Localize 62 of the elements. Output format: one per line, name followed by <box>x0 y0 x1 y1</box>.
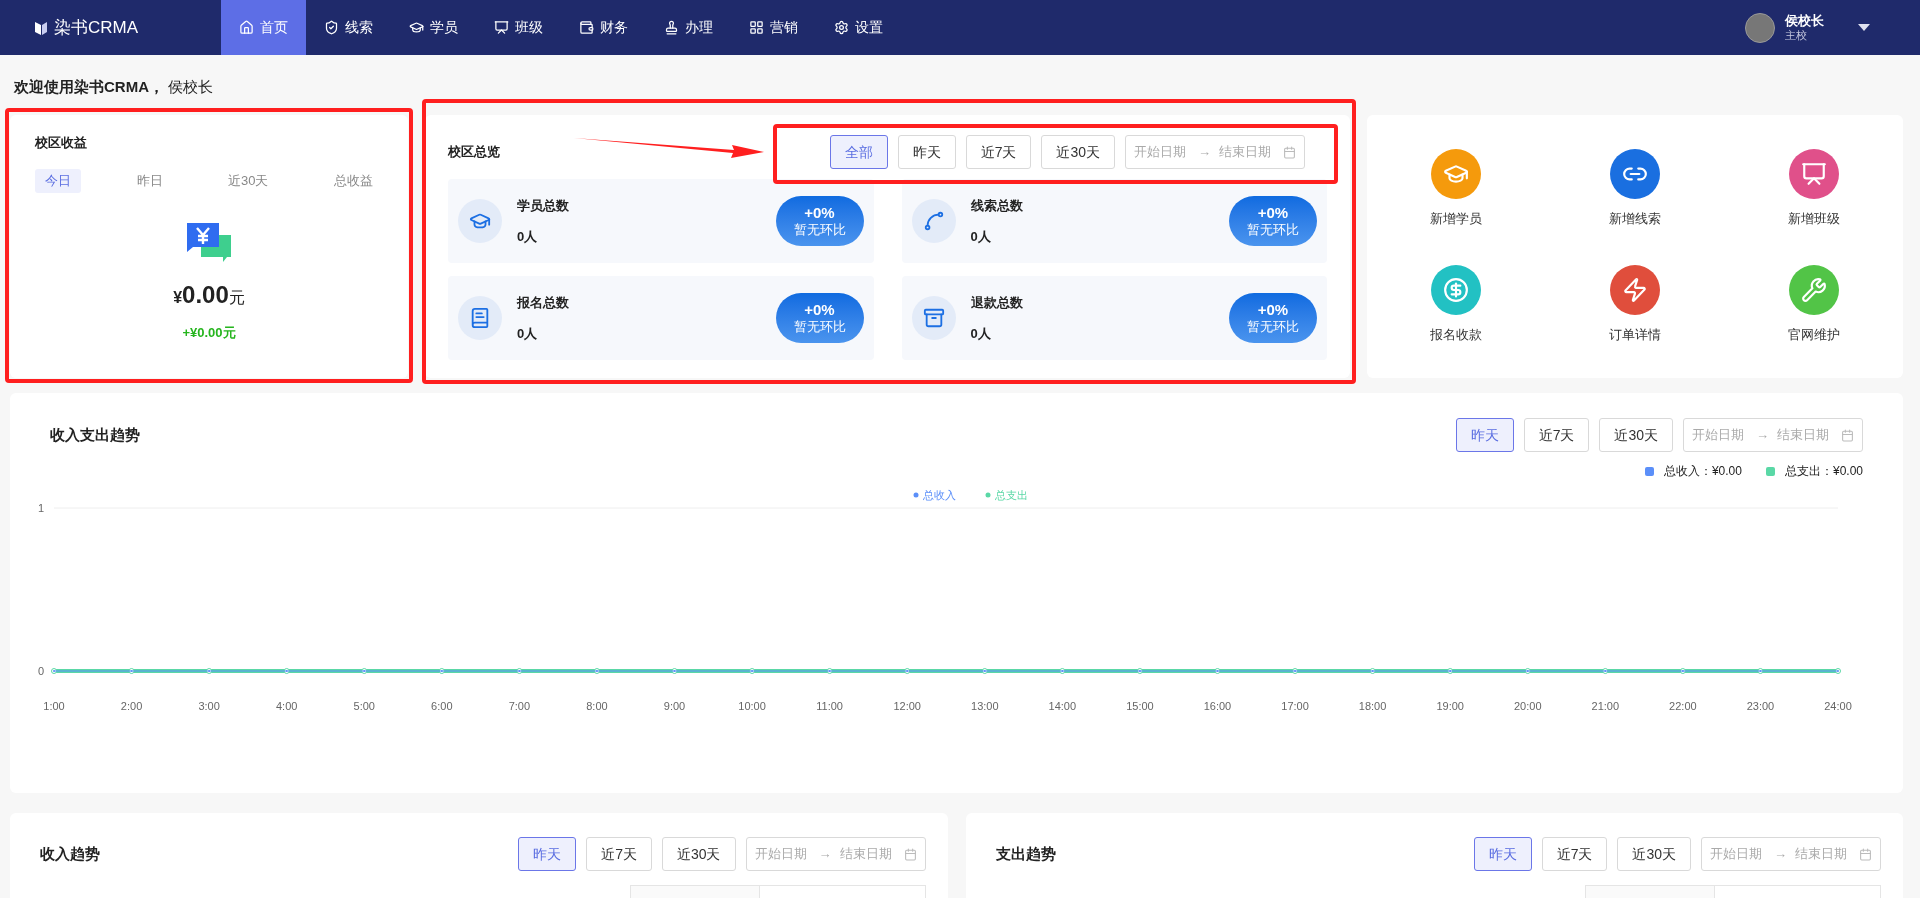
x-tick-label: 12:00 <box>893 700 921 712</box>
x-tick-label: 15:00 <box>1126 700 1154 712</box>
card-title: 校区收益 <box>35 134 88 152</box>
x-tick-label: 8:00 <box>586 700 608 712</box>
range-separator: → <box>818 845 832 864</box>
x-tick-label: 21:00 <box>1591 700 1620 712</box>
change-note: 暂无环比 <box>793 222 846 239</box>
stat-label: 报名总数 <box>517 293 569 312</box>
range-separator: → <box>1198 143 1211 162</box>
y-tick-label: 0 <box>37 665 44 677</box>
revenue-change: +¥0.00元 <box>182 323 236 342</box>
x-tick-label: 13:00 <box>971 700 999 712</box>
total-label: 总支出：¥0.00 <box>1784 463 1863 480</box>
x-tick-label: 9:00 <box>663 700 686 712</box>
change-percent: +0% <box>1257 203 1289 223</box>
x-tick-label: 5:00 <box>353 700 375 712</box>
change-percent: +0% <box>804 300 835 320</box>
stat-value: 0人 <box>517 228 539 246</box>
change-note: 暂无环比 <box>1247 222 1299 239</box>
x-tick-label: 17:00 <box>1281 700 1309 712</box>
stat-label: 学员总数 <box>517 196 569 215</box>
stat-label: 线索总数 <box>970 196 1023 215</box>
logo-text: 染书CRMA <box>54 16 139 39</box>
range-separator: → <box>1756 426 1769 445</box>
stat-value: 0人 <box>970 325 992 343</box>
x-tick-label: 6:00 <box>431 700 453 712</box>
stat-value: 0人 <box>517 325 539 343</box>
user-role: 主校 <box>1785 28 1808 43</box>
x-tick-label: 16:00 <box>1203 700 1232 712</box>
stat-label: 退款总数 <box>970 293 1023 312</box>
currency-symbol: ¥ <box>173 288 183 308</box>
card-title: 支出趋势 <box>995 843 1056 864</box>
revenue-amount: 0.00 <box>182 279 229 310</box>
card-title: 收入支出趋势 <box>50 424 140 445</box>
x-tick-label: 20:00 <box>1513 700 1542 712</box>
x-tick-label: 23:00 <box>1746 700 1775 712</box>
range-separator: → <box>1774 845 1787 864</box>
y-tick-label: 1 <box>37 502 44 514</box>
total-label: 总收入：¥0.00 <box>1663 463 1742 480</box>
x-tick-label: 11:00 <box>816 700 843 712</box>
user-name: 侯校长 <box>1785 12 1824 29</box>
welcome-text: 欢迎使用染书CRMA， <box>14 76 164 97</box>
change-percent: +0% <box>804 203 835 223</box>
x-tick-label: 14:00 <box>1048 700 1077 712</box>
x-tick-label: 2:00 <box>120 700 143 712</box>
welcome-user-name: 侯校长 <box>168 76 213 97</box>
card-title: 校区总览 <box>448 143 500 162</box>
change-note: 暂无环比 <box>793 319 846 336</box>
stat-value: 0人 <box>970 228 992 246</box>
x-tick-label: 10:00 <box>738 700 766 712</box>
x-tick-label: 24:00 <box>1824 700 1852 712</box>
x-tick-label: 3:00 <box>198 700 220 712</box>
card-title: 收入趋势 <box>40 843 100 864</box>
x-tick-label: 7:00 <box>508 700 531 712</box>
x-tick-label: 18:00 <box>1358 700 1387 712</box>
currency-unit: 元 <box>228 287 245 308</box>
x-tick-label: 22:00 <box>1669 700 1697 712</box>
x-tick-label: 4:00 <box>276 700 298 712</box>
x-tick-label: 1:00 <box>43 700 65 712</box>
x-tick-label: 19:00 <box>1436 700 1464 712</box>
change-percent: +0% <box>1257 300 1289 320</box>
change-note: 暂无环比 <box>1247 319 1299 336</box>
